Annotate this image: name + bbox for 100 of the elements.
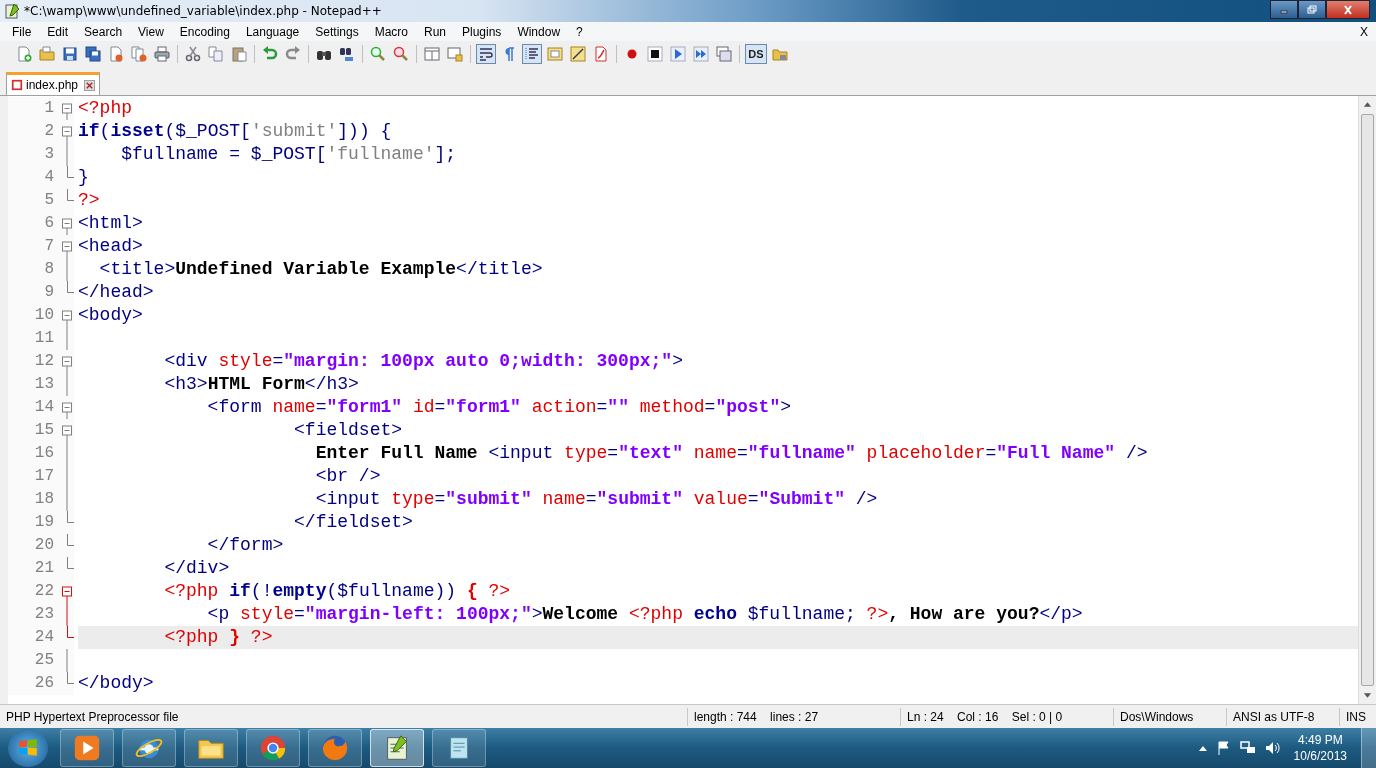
close-document-icon[interactable] [108,45,124,62]
scissors-icon[interactable] [185,45,201,62]
line-number: 12 [8,350,60,373]
toggle-button[interactable] [522,43,542,64]
fast-forward-icon[interactable] [693,45,709,62]
globe-logo-icon [320,733,350,763]
line-number: 1 [8,97,60,120]
volume-icon[interactable] [1263,740,1280,756]
indent-guide-icon [524,45,540,62]
code-line: <?php [78,97,132,120]
windows-icon[interactable] [424,45,440,62]
code-line: <form name="form1" id="form1" action="" method="post"> [206,396,791,419]
taskbar-button[interactable] [60,729,114,767]
toggle-button[interactable]: DS [745,43,767,64]
document-icon [11,79,23,91]
notepad-icon [4,3,20,19]
taskbar-button[interactable] [370,729,424,767]
document-map-icon[interactable] [547,45,563,62]
windows-lock-icon[interactable] [447,45,463,62]
menu-item[interactable]: Plugins [454,24,510,39]
stacked-windows-icon[interactable] [716,45,732,62]
code-line: <input type="submit" name="submit" value="Submit" /> [314,488,878,511]
zoom-in-icon[interactable] [370,45,386,62]
windows-logo-icon [17,737,39,759]
close-icon[interactable] [84,79,96,91]
line-number: 2 [8,120,60,143]
code-line: </div> [163,557,230,580]
code-line: <div style="margin: 100px auto 0;width: 300px;"> [163,350,683,373]
line-number: 4 [8,166,60,189]
menu-item[interactable]: Run [416,24,454,39]
taskbar-button[interactable] [122,729,176,767]
line-number: 13 [8,373,60,396]
zoom-out-icon[interactable] [393,45,409,62]
scrollbar-thumb[interactable] [1361,114,1374,686]
status-field: Ln : 24 Col : 16 Sel : 0 | 0 [901,707,1114,726]
floppy-disks-icon[interactable] [85,45,101,62]
play-icon[interactable] [670,45,686,62]
menu-item[interactable]: File [4,24,40,39]
show-desktop-button[interactable] [1361,728,1376,768]
code-line: } [78,166,89,189]
menu-item[interactable]: Window [509,24,569,39]
menu-item[interactable]: ? [568,24,591,39]
taskbar-button[interactable] [432,729,486,767]
stop-icon[interactable] [647,45,663,62]
close-document-button[interactable]: X [1360,24,1368,39]
code-line: </form> [206,534,284,557]
undo-icon[interactable] [262,45,278,62]
find-replace-icon[interactable] [339,45,355,62]
menu-item[interactable]: Edit [39,24,77,39]
function-list-icon[interactable] [570,45,586,62]
line-number: 26 [8,672,60,695]
network-icon[interactable] [1239,740,1256,756]
restore-icon [1306,4,1318,15]
menu-item[interactable]: Search [76,24,131,39]
code-line: <title>Undefined Variable Example</title> [98,258,543,281]
status-field: ANSI as UTF-8 [1227,707,1340,726]
copy-icon[interactable] [208,45,224,62]
menu-item[interactable]: View [130,24,172,39]
scroll-up-icon[interactable] [1363,100,1372,108]
flag-icon[interactable] [1215,740,1232,756]
maximize-button[interactable] [1298,0,1326,19]
line-number: 18 [8,488,60,511]
start-button[interactable] [8,729,48,767]
line-number: 3 [8,143,60,166]
menu-item[interactable]: Settings [307,24,367,39]
code-line: if(isset($_POST['submit'])) { [78,120,392,143]
taskbar-button[interactable] [308,729,362,767]
toggle-button[interactable] [476,43,496,64]
line-number: 22 [8,580,60,603]
scroll-down-icon[interactable] [1363,692,1372,700]
line-number: 15 [8,419,60,442]
show-hidden-icons-icon[interactable] [1197,744,1208,752]
menu-item[interactable]: Encoding [171,24,238,39]
code-line: <p style="margin-left: 100px;">Welcome <?php echo $fullname; ?>, How are you?</p> [206,603,1083,626]
file-tab[interactable]: index.php [6,72,101,95]
taskbar-button[interactable] [246,729,300,767]
new-document-icon[interactable] [16,45,32,62]
menu-item[interactable]: Language [237,24,308,39]
word-wrap-icon [478,45,494,62]
code-line: <h3>HTML Form</h3> [163,373,359,396]
code-line: <?php if(!empty($fullname)) { ?> [163,580,511,603]
close-button[interactable] [1326,0,1370,19]
vertical-scrollbar[interactable] [1358,96,1376,704]
folder-icon[interactable] [39,45,55,62]
printer-icon[interactable] [154,45,170,62]
close-documents-icon[interactable] [131,45,147,62]
clipboard-icon[interactable] [231,45,247,62]
minimize-button[interactable] [1270,0,1298,19]
line-number: 19 [8,511,60,534]
menu-item[interactable]: Macro [366,24,416,39]
line-number: 20 [8,534,60,557]
line-number: 14 [8,396,60,419]
document-curve-icon[interactable] [593,45,609,62]
redo-icon[interactable] [285,45,301,62]
clock[interactable]: 4:49 PM 10/6/2013 [1287,732,1353,764]
line-number: 10 [8,304,60,327]
line-number: 7 [8,235,60,258]
line-number: 23 [8,603,60,626]
code-line: </fieldset> [293,511,413,534]
taskbar-button[interactable] [184,729,238,767]
